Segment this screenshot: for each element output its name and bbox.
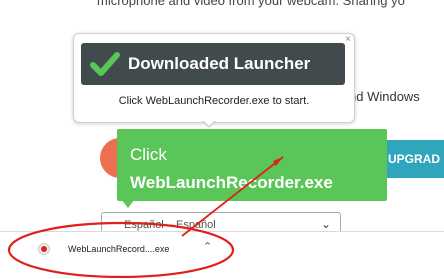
upgrade-button[interactable]: UPGRAD [383,140,444,178]
downloaded-launcher-popover: × Downloaded Launcher Click WebLaunchRec… [73,33,355,128]
popover-subtitle: Click WebLaunchRecorder.exe to start. [118,95,310,107]
close-icon[interactable]: × [345,35,351,45]
download-file-name: WebLaunchRecord....exe [68,244,170,254]
windows-text: nd Windows [349,89,420,104]
click-callout: Click WebLaunchRecorder.exe [117,129,387,201]
language-select-value: Español – Español [124,219,216,231]
record-icon [38,243,50,255]
downloaded-banner: Downloaded Launcher [81,43,345,85]
chevron-up-icon[interactable]: ⌃ [203,240,212,253]
intro-text: microphone and video from your webcam. S… [97,0,405,8]
check-icon [90,52,120,76]
windows-label: nd Windows [349,89,420,104]
callout-line-2: WebLaunchRecorder.exe [130,173,333,192]
popover-arrow [202,120,216,128]
download-item[interactable]: WebLaunchRecord....exe ⌃ [10,232,220,270]
banner-title: Downloaded Launcher [128,54,311,73]
callout-tail [121,199,135,208]
download-bar: WebLaunchRecord....exe ⌃ [0,231,444,279]
callout-line-1: Click [130,145,167,164]
chevron-down-icon: ⌄ [320,217,331,231]
